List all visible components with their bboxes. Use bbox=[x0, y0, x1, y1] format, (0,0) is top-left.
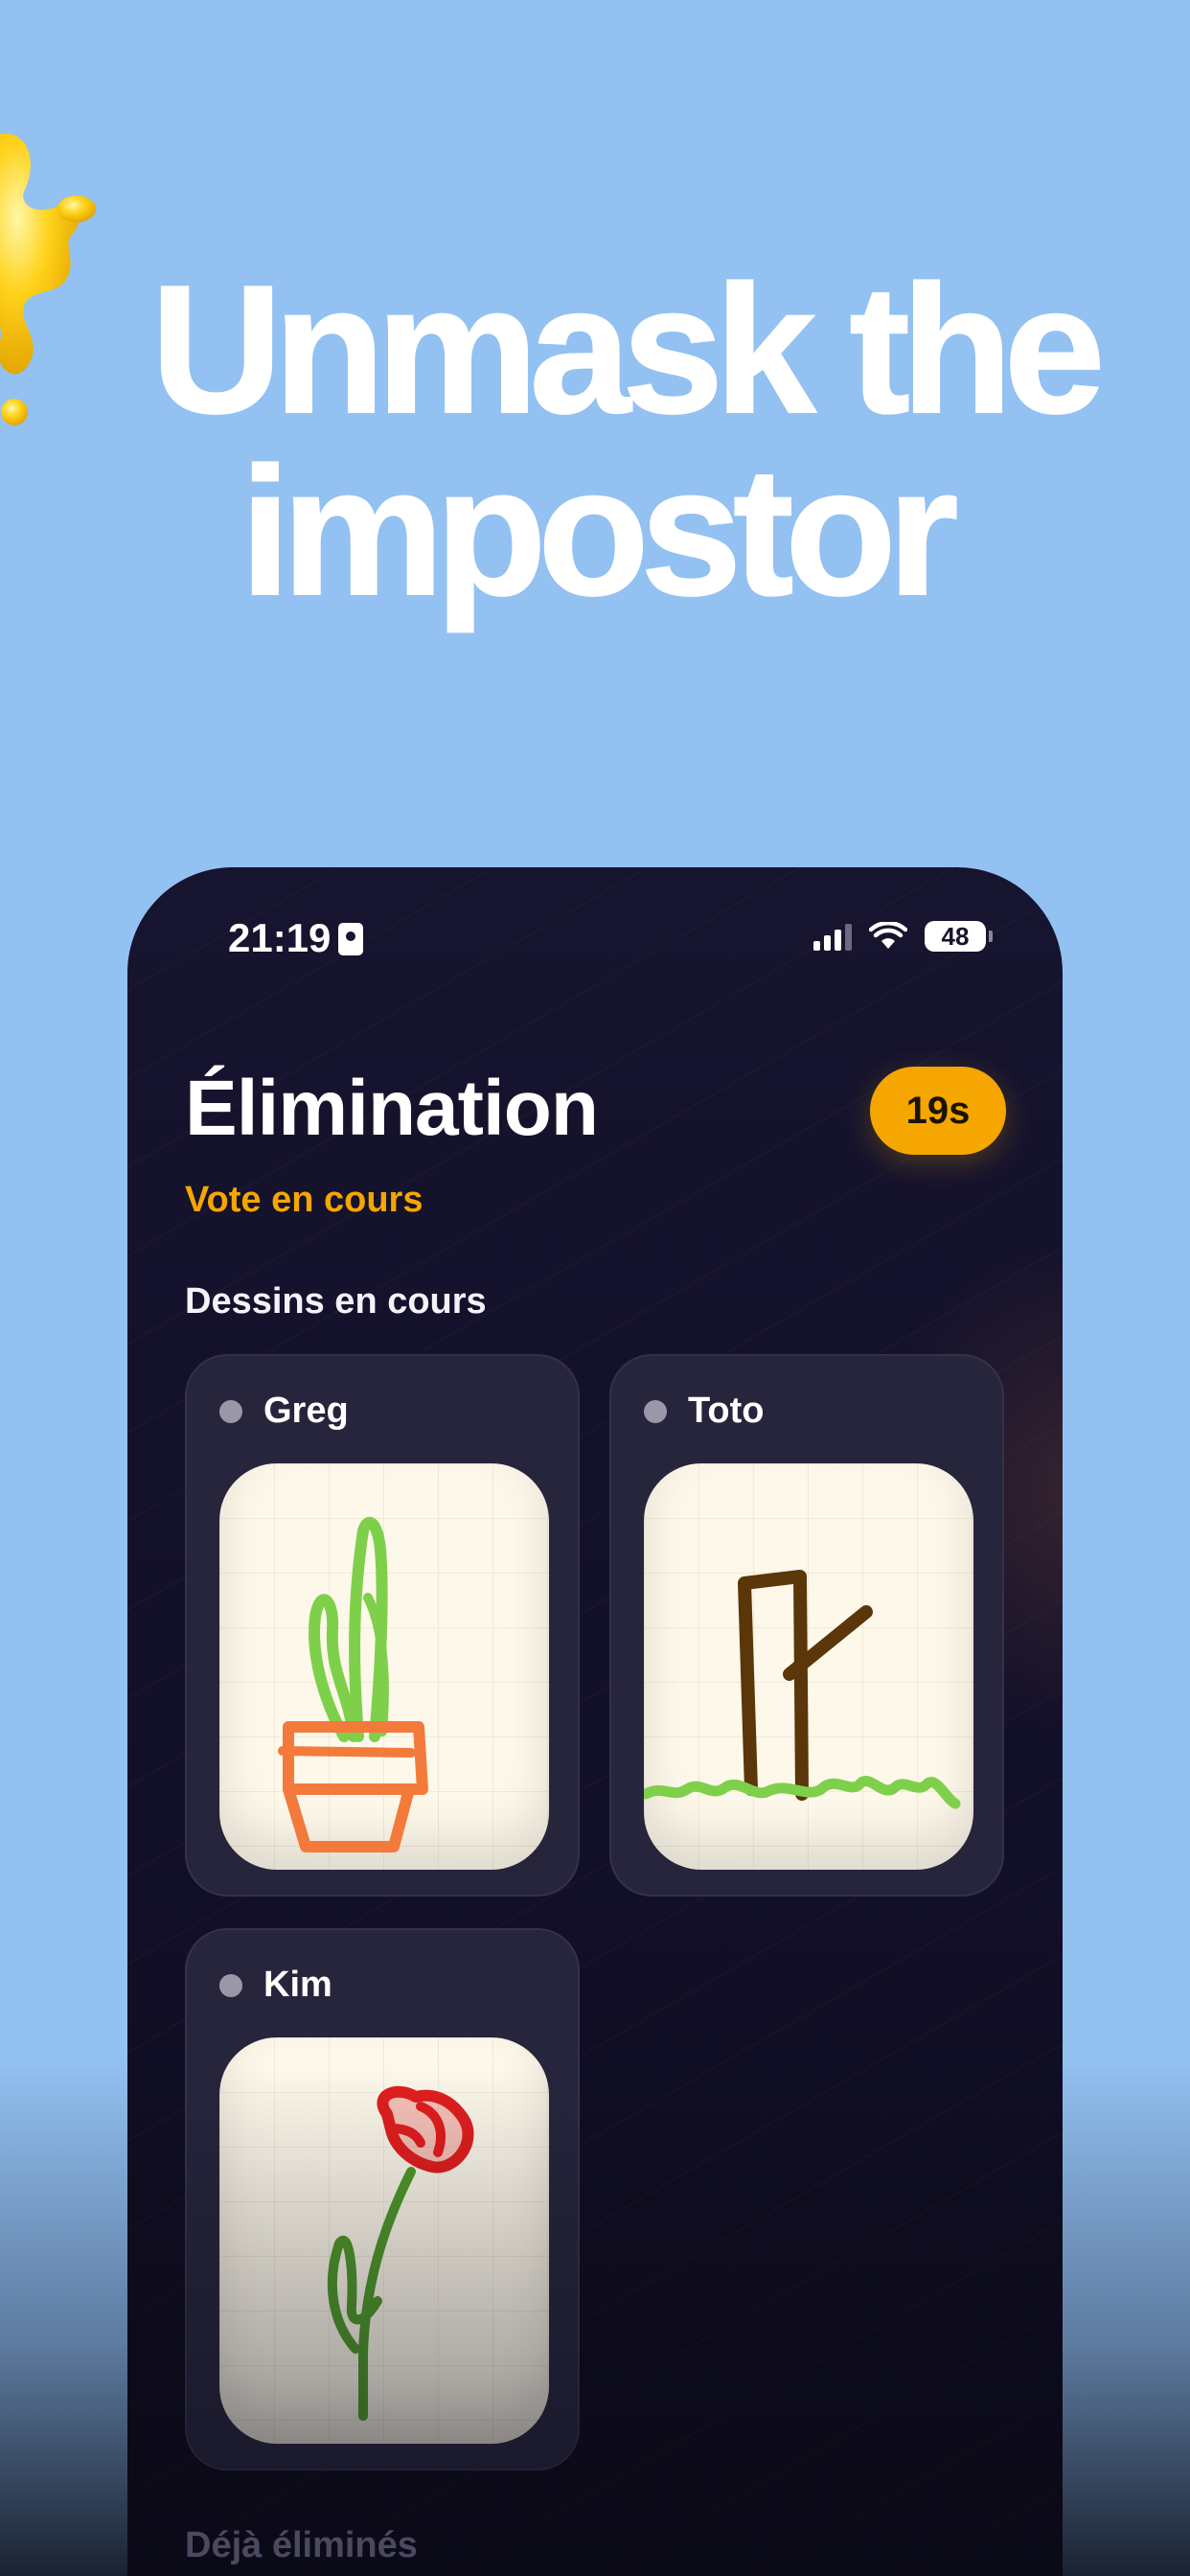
status-bar-time: 21:19 bbox=[228, 915, 364, 961]
phone-frame: 21:19 48 Élimination 19s Vote en cours D… bbox=[127, 867, 1063, 2576]
page-title: Élimination bbox=[185, 1065, 599, 1152]
vote-status-text: Vote en cours bbox=[185, 1180, 423, 1220]
tree-grass-drawing bbox=[644, 1570, 961, 1809]
player-name: Greg bbox=[263, 1391, 349, 1431]
battery-level: 48 bbox=[941, 921, 970, 951]
player-status-dot bbox=[644, 1400, 667, 1423]
promo-headline: Unmask the impostor bbox=[0, 248, 1190, 633]
wifi-icon bbox=[869, 922, 907, 949]
countdown-timer-badge: 19s bbox=[870, 1067, 1006, 1155]
plant-pot-drawing bbox=[278, 1516, 428, 1852]
contact-card-icon bbox=[338, 923, 364, 955]
drawing-canvas bbox=[219, 1463, 549, 1870]
cellular-signal-icon bbox=[813, 922, 852, 951]
status-bar-right: 48 bbox=[813, 915, 993, 957]
player-card-toto[interactable]: Toto bbox=[609, 1354, 1004, 1897]
screen-fade bbox=[127, 2065, 1063, 2576]
section-title-eliminated: Déjà éliminés bbox=[185, 2525, 418, 2565]
player-status-dot bbox=[219, 1974, 242, 1997]
battery-icon: 48 bbox=[925, 921, 993, 952]
status-time-text: 21:19 bbox=[228, 915, 332, 960]
headline-line-1: Unmask the bbox=[149, 248, 1106, 451]
player-name: Kim bbox=[263, 1965, 332, 2005]
section-title-drawings: Dessins en cours bbox=[185, 1281, 487, 1322]
player-name: Toto bbox=[688, 1391, 765, 1431]
headline-line-2: impostor bbox=[240, 430, 960, 633]
player-card-greg[interactable]: Greg bbox=[185, 1354, 580, 1897]
player-status-dot bbox=[219, 1400, 242, 1423]
drawing-canvas bbox=[644, 1463, 973, 1870]
